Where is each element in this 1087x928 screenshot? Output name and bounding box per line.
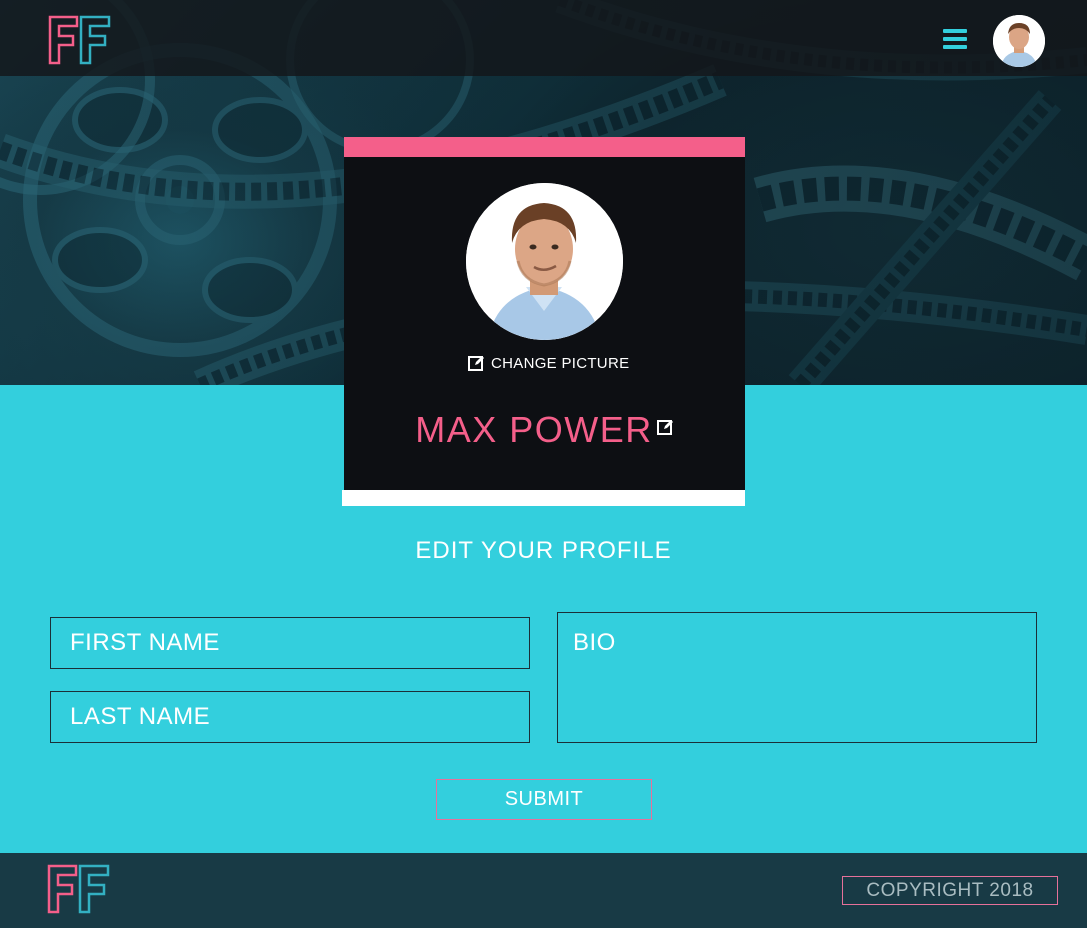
card-accent-bar <box>344 137 745 157</box>
ff-logo-icon <box>47 864 110 914</box>
edit-profile-heading: EDIT YOUR PROFILE <box>415 537 672 564</box>
user-avatar[interactable] <box>993 15 1045 67</box>
profile-name: MAX POWER <box>415 409 653 450</box>
profile-photo <box>466 183 623 340</box>
change-picture-label: CHANGE PICTURE <box>491 354 630 372</box>
edit-name-icon[interactable] <box>656 419 674 436</box>
top-navbar <box>0 0 1087 76</box>
card-bottom-bar <box>342 490 745 506</box>
last-name-input[interactable] <box>50 691 530 743</box>
brand-logo[interactable] <box>47 14 113 66</box>
copyright-notice: COPYRIGHT 2018 <box>842 876 1058 905</box>
avatar-photo <box>993 15 1045 67</box>
footer: COPYRIGHT 2018 <box>0 853 1087 928</box>
hamburger-menu-icon[interactable] <box>943 29 969 51</box>
bio-textarea[interactable] <box>557 612 1037 743</box>
footer-brand-logo[interactable] <box>46 863 112 915</box>
first-name-input[interactable] <box>50 617 530 669</box>
profile-name-row: MAX POWER <box>344 409 745 451</box>
ff-logo-icon <box>48 15 111 65</box>
profile-card: CHANGE PICTURE MAX POWER <box>342 137 745 506</box>
profile-avatar <box>466 183 623 340</box>
change-picture-button[interactable]: CHANGE PICTURE <box>468 352 629 374</box>
submit-button[interactable]: SUBMIT <box>436 779 652 820</box>
edit-icon <box>468 355 484 371</box>
